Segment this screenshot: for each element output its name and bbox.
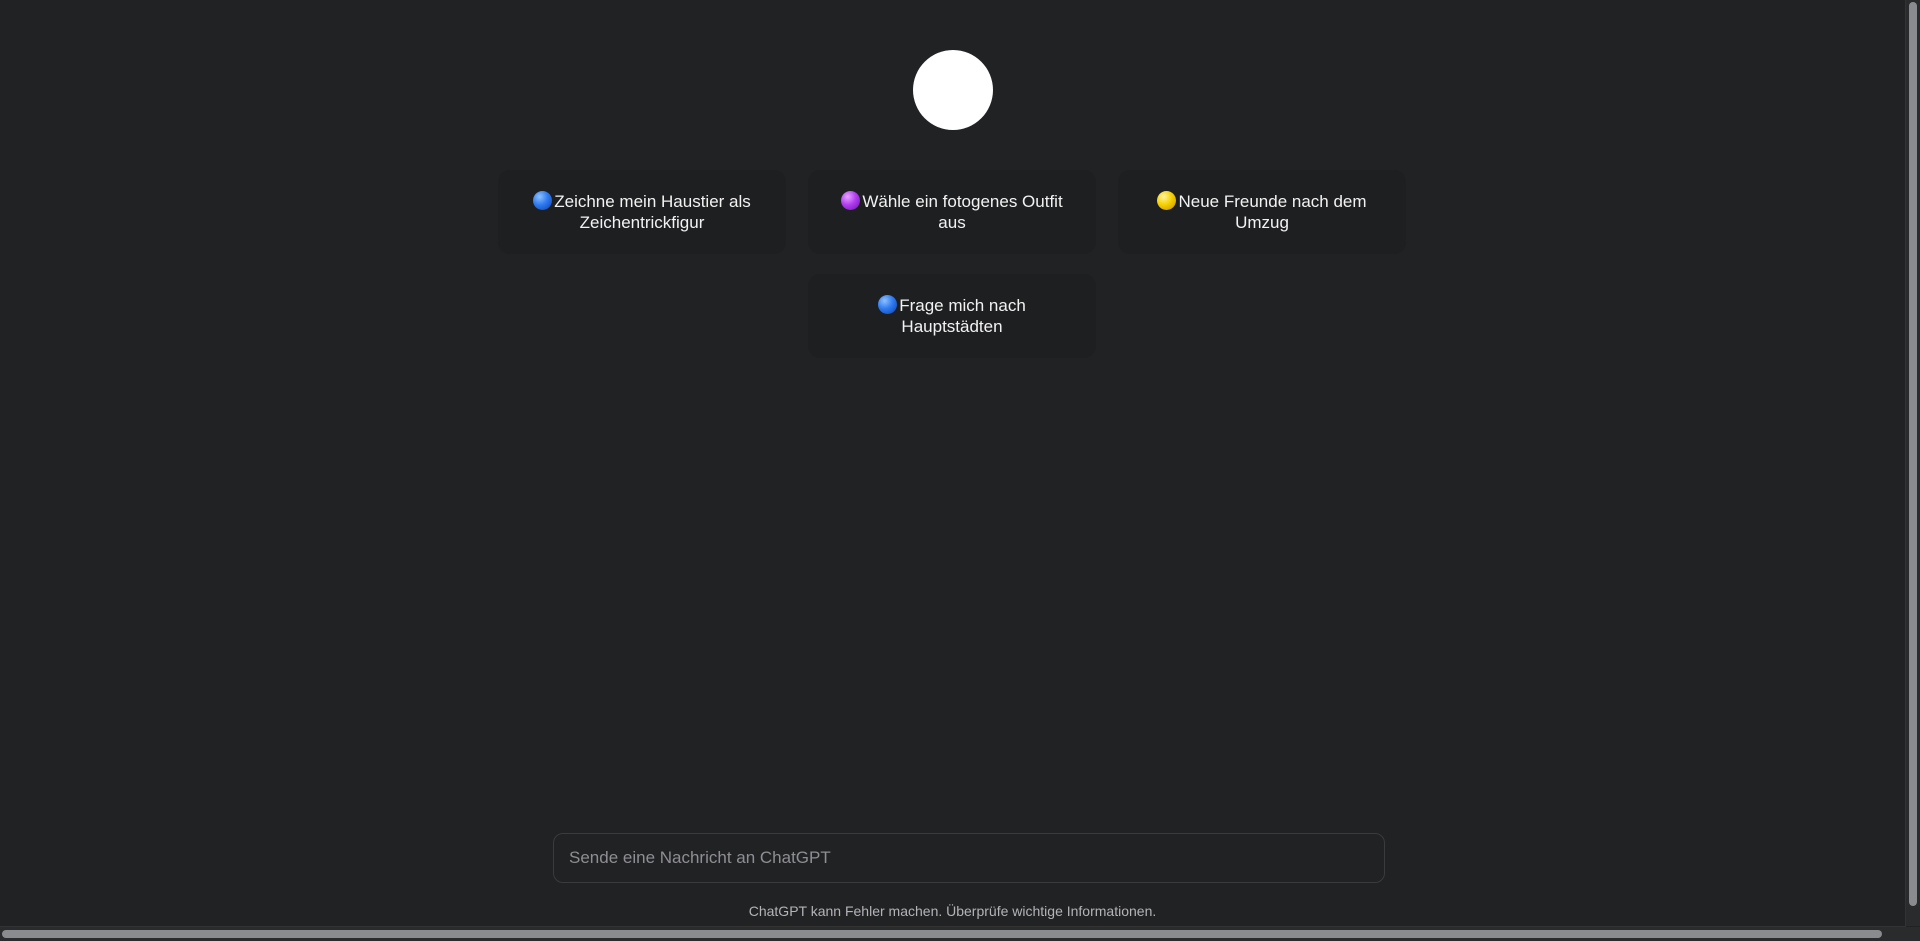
suggestion-label: Wähle ein fotogenes Outfit aus [862,192,1063,232]
suggestion-card-capitals[interactable]: Frage mich nach Hauptstädten [808,274,1096,358]
logo-avatar [913,50,993,130]
vertical-scrollbar-thumb[interactable] [1909,2,1917,906]
horizontal-scrollbar[interactable] [0,926,1906,941]
chat-app: Zeichne mein Haustier als Zeichentrickfi… [0,0,1920,941]
scrollbar-corner [1906,927,1920,941]
blue-circle-icon [533,191,553,210]
suggestion-card-draw-pet[interactable]: Zeichne mein Haustier als Zeichentrickfi… [498,170,786,254]
vertical-scrollbar[interactable] [1905,0,1920,926]
purple-circle-icon [841,191,861,210]
suggestion-label: Frage mich nach Hauptstädten [899,296,1026,336]
suggestion-card-outfit[interactable]: Wähle ein fotogenes Outfit aus [808,170,1096,254]
suggestion-card-text: Neue Freunde nach dem Umzug [1138,191,1386,233]
yellow-circle-icon [1157,191,1177,210]
suggestion-card-text: Zeichne mein Haustier als Zeichentrickfi… [518,191,766,233]
suggestion-label: Zeichne mein Haustier als Zeichentrickfi… [554,192,751,232]
horizontal-scrollbar-thumb[interactable] [2,930,1882,938]
suggestion-card-new-friends[interactable]: Neue Freunde nach dem Umzug [1118,170,1406,254]
message-input[interactable] [554,834,1384,882]
suggestion-card-text: Wähle ein fotogenes Outfit aus [828,191,1076,233]
blue-circle-icon [878,295,898,314]
suggestion-card-text: Frage mich nach Hauptstädten [828,295,1076,337]
suggestion-label: Neue Freunde nach dem Umzug [1178,192,1367,232]
disclaimer-text: ChatGPT kann Fehler machen. Überprüfe wi… [748,903,1157,919]
message-composer [553,833,1385,883]
